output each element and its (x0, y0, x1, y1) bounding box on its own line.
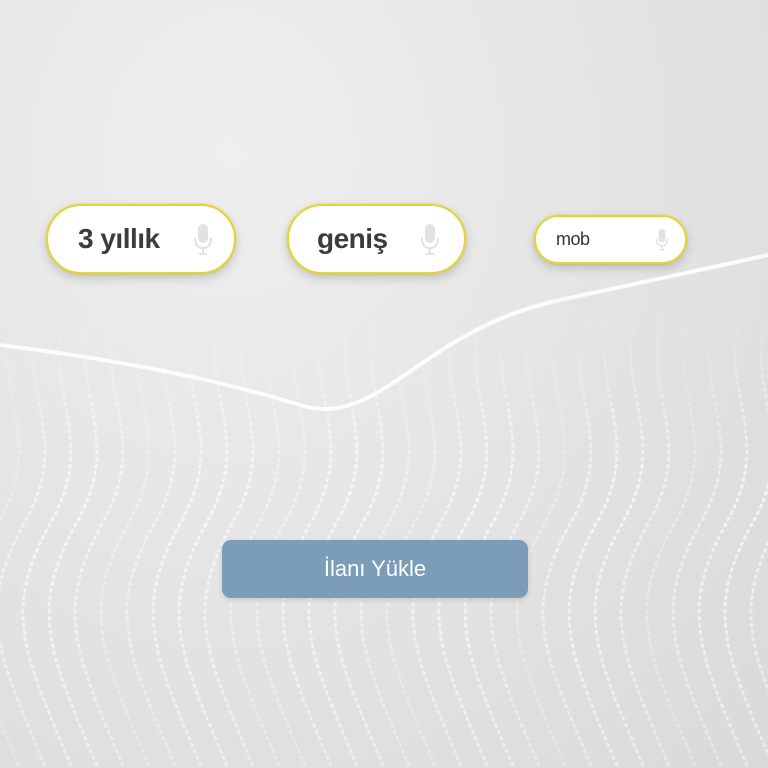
tag-pill-3[interactable]: mob (534, 215, 687, 264)
microphone-icon[interactable] (415, 222, 445, 258)
microphone-icon[interactable] (652, 226, 672, 254)
tag-text: mob (556, 229, 590, 249)
background-wave-pattern (0, 253, 768, 768)
tag-pill-1[interactable]: 3 yıllık (46, 204, 236, 274)
tag-text: 3 yıllık (78, 223, 160, 254)
microphone-icon[interactable] (188, 222, 218, 258)
upload-listing-button[interactable]: İlanı Yükle (222, 540, 528, 598)
tag-text: geniş (317, 223, 388, 254)
upload-listing-label: İlanı Yükle (323, 556, 427, 581)
tag-pill-2[interactable]: geniş (287, 204, 466, 274)
